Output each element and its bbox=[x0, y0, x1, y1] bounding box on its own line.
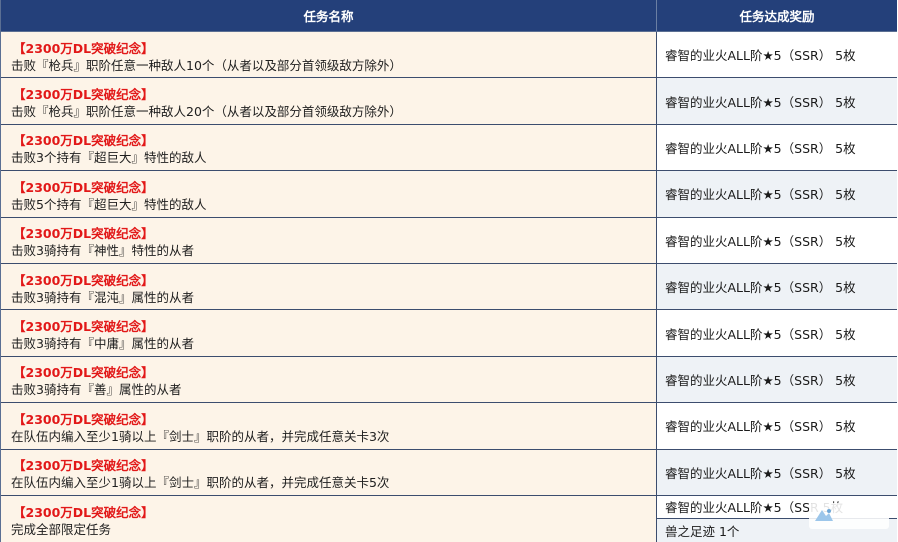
task-cell: 【2300万DL突破纪念】 击败『枪兵』职阶任意一种敌人10个（从者以及部分首领… bbox=[1, 32, 657, 78]
task-description: 击败3骑持有『神性』特性的从者 bbox=[11, 243, 194, 259]
table-row: 【2300万DL突破纪念】 击败3骑持有『混沌』属性的从者 睿智的业火ALL阶★… bbox=[1, 263, 897, 311]
reward-cell: 睿智的业火ALL阶★5（SSR） 5枚 bbox=[657, 217, 897, 263]
site-watermark bbox=[809, 503, 889, 529]
task-tag: 【2300万DL突破纪念】 bbox=[13, 411, 154, 427]
task-cell: 【2300万DL突破纪念】 击败3骑持有『神性』特性的从者 bbox=[1, 217, 657, 263]
reward-cell: 睿智的业火ALL阶★5（SSR） 5枚 bbox=[657, 310, 897, 356]
task-tag: 【2300万DL突破纪念】 bbox=[13, 319, 154, 335]
task-description: 击败5个持有『超巨大』特性的敌人 bbox=[11, 196, 207, 212]
task-cell: 【2300万DL突破纪念】 击败3骑持有『善』属性的从者 bbox=[1, 356, 657, 403]
task-cell: 【2300万DL突破纪念】 击败3骑持有『混沌』属性的从者 bbox=[1, 263, 657, 310]
task-description: 完成全部限定任务 bbox=[11, 521, 112, 537]
task-tag: 【2300万DL突破纪念】 bbox=[13, 458, 154, 474]
task-description: 击败3骑持有『中庸』属性的从者 bbox=[11, 336, 194, 352]
table-header: 任务名称 任务达成奖励 bbox=[1, 0, 897, 32]
mission-table: 任务名称 任务达成奖励 【2300万DL突破纪念】 击败『枪兵』职阶任意一种敌人… bbox=[0, 0, 897, 542]
task-tag: 【2300万DL突破纪念】 bbox=[13, 133, 154, 149]
task-tag: 【2300万DL突破纪念】 bbox=[13, 179, 154, 195]
header-reward: 任务达成奖励 bbox=[739, 9, 815, 24]
reward-cell: 睿智的业火ALL阶★5（SSR） 5枚 bbox=[657, 78, 897, 124]
task-tag: 【2300万DL突破纪念】 bbox=[13, 272, 154, 288]
task-description: 击败3骑持有『混沌』属性的从者 bbox=[11, 289, 194, 305]
task-description: 在队伍内编入至少1骑以上『剑士』职阶的从者，并完成任意关卡5次 bbox=[11, 475, 390, 491]
task-cell: 【2300万DL突破纪念】 击败3个持有『超巨大』特性的敌人 bbox=[1, 124, 657, 171]
reward-cell: 睿智的业火ALL阶★5（SSR） 5枚 bbox=[657, 403, 897, 449]
task-description: 击败『枪兵』职阶任意一种敌人20个（从者以及部分首领级敌方除外） bbox=[11, 104, 402, 120]
task-description: 在队伍内编入至少1骑以上『剑士』职阶的从者，并完成任意关卡3次 bbox=[11, 428, 390, 444]
task-tag: 【2300万DL突破纪念】 bbox=[13, 365, 154, 381]
task-description: 击败3个持有『超巨大』特性的敌人 bbox=[11, 150, 207, 166]
logo-icon bbox=[815, 509, 833, 521]
reward-cell: 睿智的业火ALL阶★5（SSR） 5枚 bbox=[657, 171, 897, 217]
reward-cell: 睿智的业火ALL阶★5（SSR） 5枚 bbox=[657, 124, 897, 171]
task-tag: 【2300万DL突破纪念】 bbox=[13, 504, 154, 520]
task-tag: 【2300万DL突破纪念】 bbox=[13, 226, 154, 242]
task-tag: 【2300万DL突破纪念】 bbox=[13, 87, 154, 103]
task-cell: 【2300万DL突破纪念】 击败3骑持有『中庸』属性的从者 bbox=[1, 310, 657, 356]
task-cell: 【2300万DL突破纪念】 击败5个持有『超巨大』特性的敌人 bbox=[1, 171, 657, 217]
task-cell: 【2300万DL突破纪念】 在队伍内编入至少1骑以上『剑士』职阶的从者，并完成任… bbox=[1, 403, 657, 449]
table-row: 【2300万DL突破纪念】 击败『枪兵』职阶任意一种敌人20个（从者以及部分首领… bbox=[1, 78, 897, 125]
header-task-name: 任务名称 bbox=[1, 0, 657, 31]
table-row: 【2300万DL突破纪念】 在队伍内编入至少1骑以上『剑士』职阶的从者，并完成任… bbox=[1, 449, 897, 496]
task-description: 击败3骑持有『善』属性的从者 bbox=[11, 382, 182, 398]
task-cell: 【2300万DL突破纪念】 在队伍内编入至少1骑以上『剑士』职阶的从者，并完成任… bbox=[1, 449, 657, 495]
table-row: 【2300万DL突破纪念】 击败5个持有『超巨大』特性的敌人 睿智的业火ALL阶… bbox=[1, 171, 897, 218]
table-row: 【2300万DL突破纪念】 击败3个持有『超巨大』特性的敌人 睿智的业火ALL阶… bbox=[1, 124, 897, 172]
table-row: 【2300万DL突破纪念】 击败3骑持有『神性』特性的从者 睿智的业火ALL阶★… bbox=[1, 217, 897, 264]
task-cell: 【2300万DL突破纪念】 完成全部限定任务 bbox=[1, 495, 657, 542]
table-row: 【2300万DL突破纪念】 击败3骑持有『善』属性的从者 睿智的业火ALL阶★5… bbox=[1, 356, 897, 404]
reward-cell: 睿智的业火ALL阶★5（SSR） 5枚 bbox=[657, 32, 897, 78]
reward-cell: 睿智的业火ALL阶★5（SSR） 5枚 bbox=[657, 449, 897, 495]
table-row: 【2300万DL突破纪念】 完成全部限定任务 睿智的业火ALL阶★5（SSR 5… bbox=[1, 495, 897, 542]
task-tag: 【2300万DL突破纪念】 bbox=[13, 40, 154, 56]
task-description: 击败『枪兵』职阶任意一种敌人10个（从者以及部分首领级敌方除外） bbox=[11, 57, 402, 73]
table-row: 【2300万DL突破纪念】 在队伍内编入至少1骑以上『剑士』职阶的从者，并完成任… bbox=[1, 403, 897, 450]
task-cell: 【2300万DL突破纪念】 击败『枪兵』职阶任意一种敌人20个（从者以及部分首领… bbox=[1, 78, 657, 124]
reward-cell: 睿智的业火ALL阶★5（SSR） 5枚 bbox=[657, 263, 897, 310]
reward-cell: 睿智的业火ALL阶★5（SSR） 5枚 bbox=[657, 356, 897, 403]
table-row: 【2300万DL突破纪念】 击败『枪兵』职阶任意一种敌人10个（从者以及部分首领… bbox=[1, 32, 897, 79]
table-row: 【2300万DL突破纪念】 击败3骑持有『中庸』属性的从者 睿智的业火ALL阶★… bbox=[1, 310, 897, 357]
